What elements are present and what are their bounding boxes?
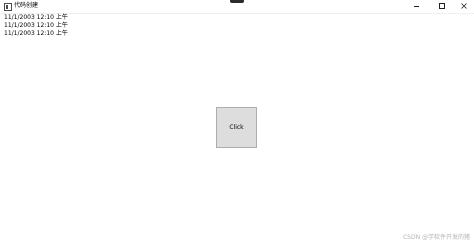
title-bar[interactable]: 代码创建 (0, 0, 474, 14)
watermark: CSDN @学软件开发的猪 (402, 234, 470, 241)
content-area: 11/1/2003 12:10 上午 11/1/2003 12:10 上午 11… (0, 13, 474, 243)
maximize-icon (439, 3, 445, 9)
log-line: 11/1/2003 12:10 上午 (4, 22, 68, 29)
window-title: 代码创建 (14, 2, 39, 9)
click-button[interactable]: Click (216, 107, 257, 148)
app-window: 代码创建 11/1/2003 12:10 上午 11/1/2003 12:10 … (0, 0, 474, 243)
log-line: 11/1/2003 12:10 上午 (4, 14, 68, 21)
maximize-button[interactable] (430, 0, 454, 12)
minimize-button[interactable] (404, 0, 428, 12)
click-button-label: Click (229, 124, 244, 131)
close-icon (461, 3, 467, 9)
drag-handle[interactable] (230, 0, 244, 3)
minimize-icon (413, 5, 419, 7)
close-button[interactable] (452, 0, 474, 12)
app-window-icon (4, 3, 12, 11)
log-line: 11/1/2003 12:10 上午 (4, 30, 68, 37)
